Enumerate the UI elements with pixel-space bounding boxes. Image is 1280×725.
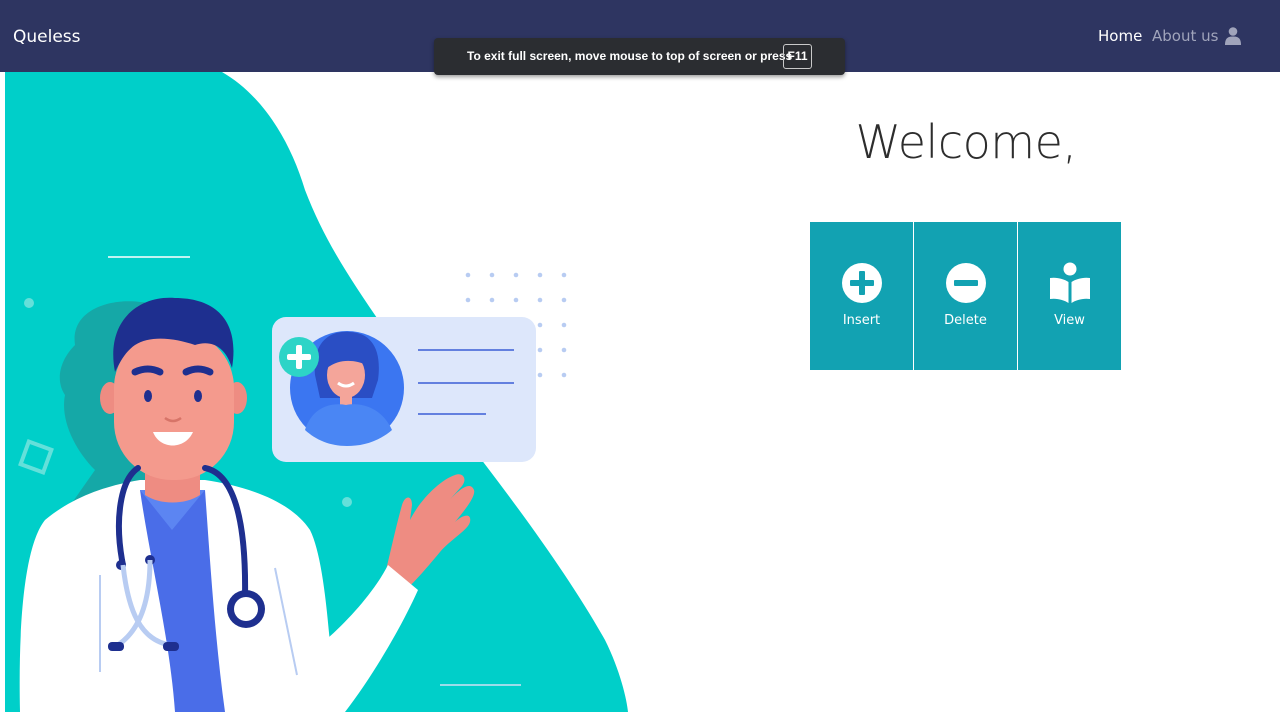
welcome-heading: Welcome, [855,115,1077,169]
hero-illustration [0,72,640,720]
fullscreen-notice-text: To exit full screen, move mouse to top o… [467,49,793,63]
view-tile-button[interactable]: View [1018,222,1121,370]
plus-circle-icon [842,263,882,303]
user-icon[interactable] [1225,27,1241,45]
insert-tile-button[interactable]: Insert [810,222,913,370]
brand-logo[interactable]: Queless [13,27,81,47]
view-tile-label: View [1054,313,1085,328]
delete-tile-label: Delete [944,313,987,328]
nav-link-about[interactable]: About us [1152,27,1218,45]
fullscreen-notice: To exit full screen, move mouse to top o… [434,38,845,75]
action-tiles: Insert Delete View [810,222,1122,370]
nav-link-home[interactable]: Home [1098,27,1142,45]
delete-tile-button[interactable]: Delete [914,222,1017,370]
insert-tile-label: Insert [842,313,881,328]
fullscreen-key-badge: F11 [783,44,812,69]
minus-circle-icon [946,263,986,303]
book-reader-icon [1050,262,1090,303]
